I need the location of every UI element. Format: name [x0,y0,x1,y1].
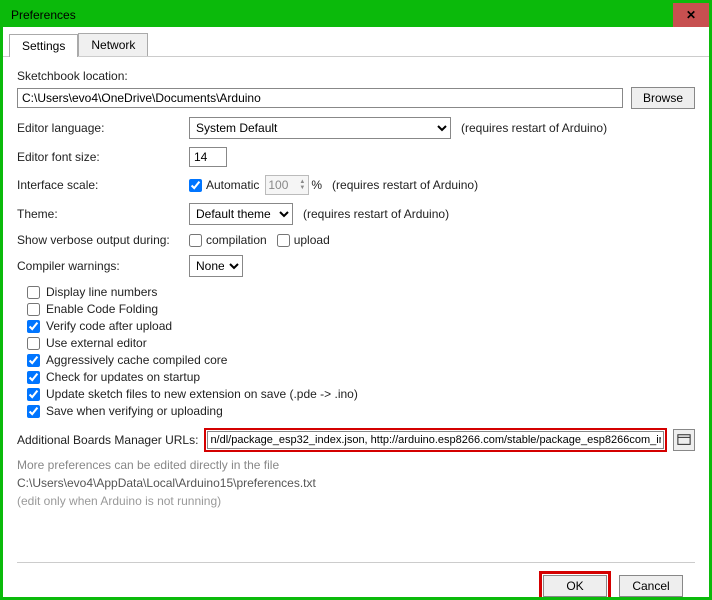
more-prefs-note: More preferences can be edited directly … [17,458,695,472]
prefs-path[interactable]: C:\Users\evo4\AppData\Local\Arduino15\pr… [17,476,695,490]
scale-hint: (requires restart of Arduino) [332,178,478,192]
boards-url-highlight [204,428,667,452]
scale-automatic-checkbox[interactable] [189,179,202,192]
preferences-window: Preferences ✕ Settings Network Sketchboo… [0,0,712,600]
boards-url-input[interactable] [207,431,664,449]
save-verify-label: Save when verifying or uploading [46,404,223,418]
code-folding-label: Enable Code Folding [46,302,158,316]
verbose-compilation-label: compilation [206,233,267,247]
scale-automatic-label: Automatic [206,178,259,192]
verbose-compilation-checkbox[interactable] [189,234,202,247]
browse-button[interactable]: Browse [631,87,695,109]
code-folding-checkbox[interactable] [27,303,40,316]
verify-upload-checkbox[interactable] [27,320,40,333]
close-button[interactable]: ✕ [673,3,709,27]
language-select[interactable]: System Default [189,117,451,139]
tab-network[interactable]: Network [78,33,148,56]
theme-select[interactable]: Default theme [189,203,293,225]
warnings-label: Compiler warnings: [17,259,189,273]
display-line-numbers-label: Display line numbers [46,285,157,299]
verbose-upload-label: upload [294,233,330,247]
ok-highlight: OK [539,571,611,597]
scale-value-input [266,178,296,192]
window-title: Preferences [11,8,76,22]
scale-spinner: ▲▼ [265,175,309,195]
spinner-arrows-icon: ▲▼ [296,179,308,191]
language-hint: (requires restart of Arduino) [461,121,607,135]
check-updates-label: Check for updates on startup [46,370,200,384]
window-icon [677,433,691,447]
verbose-label: Show verbose output during: [17,233,189,247]
scale-label: Interface scale: [17,178,189,192]
boards-url-label: Additional Boards Manager URLs: [17,433,198,447]
edit-only-note: (edit only when Arduino is not running) [17,494,695,508]
external-editor-checkbox[interactable] [27,337,40,350]
cache-core-checkbox[interactable] [27,354,40,367]
tab-settings[interactable]: Settings [9,34,78,57]
cache-core-label: Aggressively cache compiled core [46,353,227,367]
fontsize-input[interactable] [189,147,227,167]
sketchbook-location-input[interactable] [17,88,623,108]
titlebar: Preferences ✕ [3,3,709,27]
update-ext-checkbox[interactable] [27,388,40,401]
close-icon: ✕ [686,8,696,22]
scale-percent: % [311,178,322,192]
settings-panel: Sketchbook location: Browse Editor langu… [3,57,709,597]
dialog-buttons: OK Cancel [17,563,695,597]
language-label: Editor language: [17,121,189,135]
boards-url-expand-button[interactable] [673,429,695,451]
verbose-upload-checkbox[interactable] [277,234,290,247]
update-ext-label: Update sketch files to new extension on … [46,387,358,401]
theme-hint: (requires restart of Arduino) [303,207,449,221]
external-editor-label: Use external editor [46,336,147,350]
theme-label: Theme: [17,207,189,221]
verify-upload-label: Verify code after upload [46,319,172,333]
display-line-numbers-checkbox[interactable] [27,286,40,299]
warnings-select[interactable]: None [189,255,243,277]
ok-button[interactable]: OK [543,575,607,597]
tab-bar: Settings Network [3,27,709,57]
check-updates-checkbox[interactable] [27,371,40,384]
cancel-button[interactable]: Cancel [619,575,683,597]
sketchbook-label: Sketchbook location: [17,69,695,83]
fontsize-label: Editor font size: [17,150,189,164]
save-verify-checkbox[interactable] [27,405,40,418]
